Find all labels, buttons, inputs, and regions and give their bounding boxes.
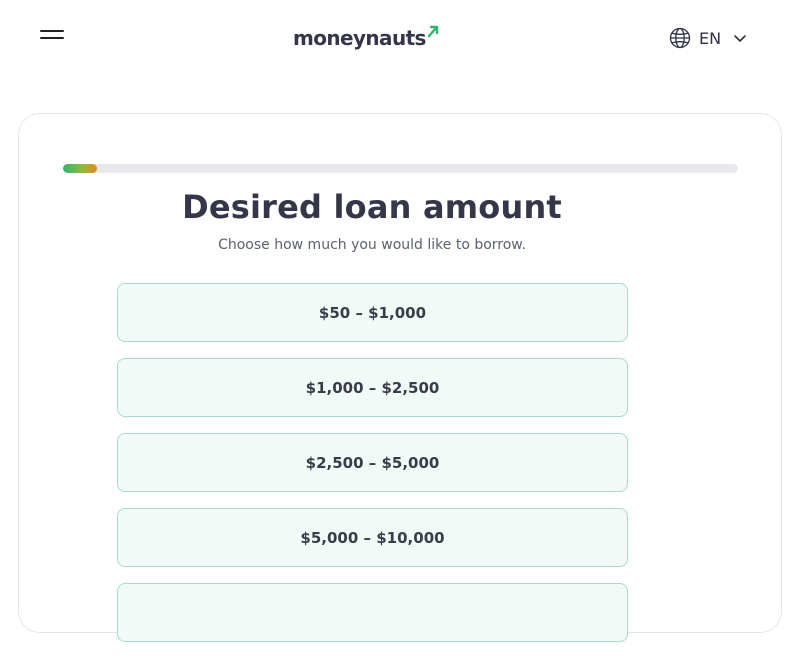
progress-bar [63,164,738,173]
language-selector[interactable]: EN [669,26,747,50]
loan-amount-option[interactable]: $1,000 – $2,500 [117,358,628,417]
page-subtitle: Choose how much you would like to borrow… [218,237,526,253]
hamburger-menu-icon[interactable] [40,30,64,46]
language-code: EN [699,28,722,48]
loan-form-card: Desired loan amount Choose how much you … [18,113,782,642]
chevron-down-icon [734,35,746,42]
loan-amount-option[interactable] [117,583,628,642]
globe-icon [669,27,691,49]
menu-line [40,30,64,32]
logo[interactable]: moneynauts [293,23,439,53]
loan-amount-option[interactable]: $2,500 – $5,000 [117,433,628,492]
loan-amount-options: $50 – $1,000 $1,000 – $2,500 $2,500 – $5… [117,283,628,658]
menu-line [40,37,64,39]
loan-amount-option[interactable]: $50 – $1,000 [117,283,628,342]
loan-amount-option[interactable]: $5,000 – $10,000 [117,508,628,567]
progress-fill [63,164,97,173]
top-bar: moneynauts EN [0,0,800,76]
logo-text: moneynauts [293,26,426,50]
page-title: Desired loan amount [182,188,562,226]
logo-arrow-icon [427,25,439,38]
